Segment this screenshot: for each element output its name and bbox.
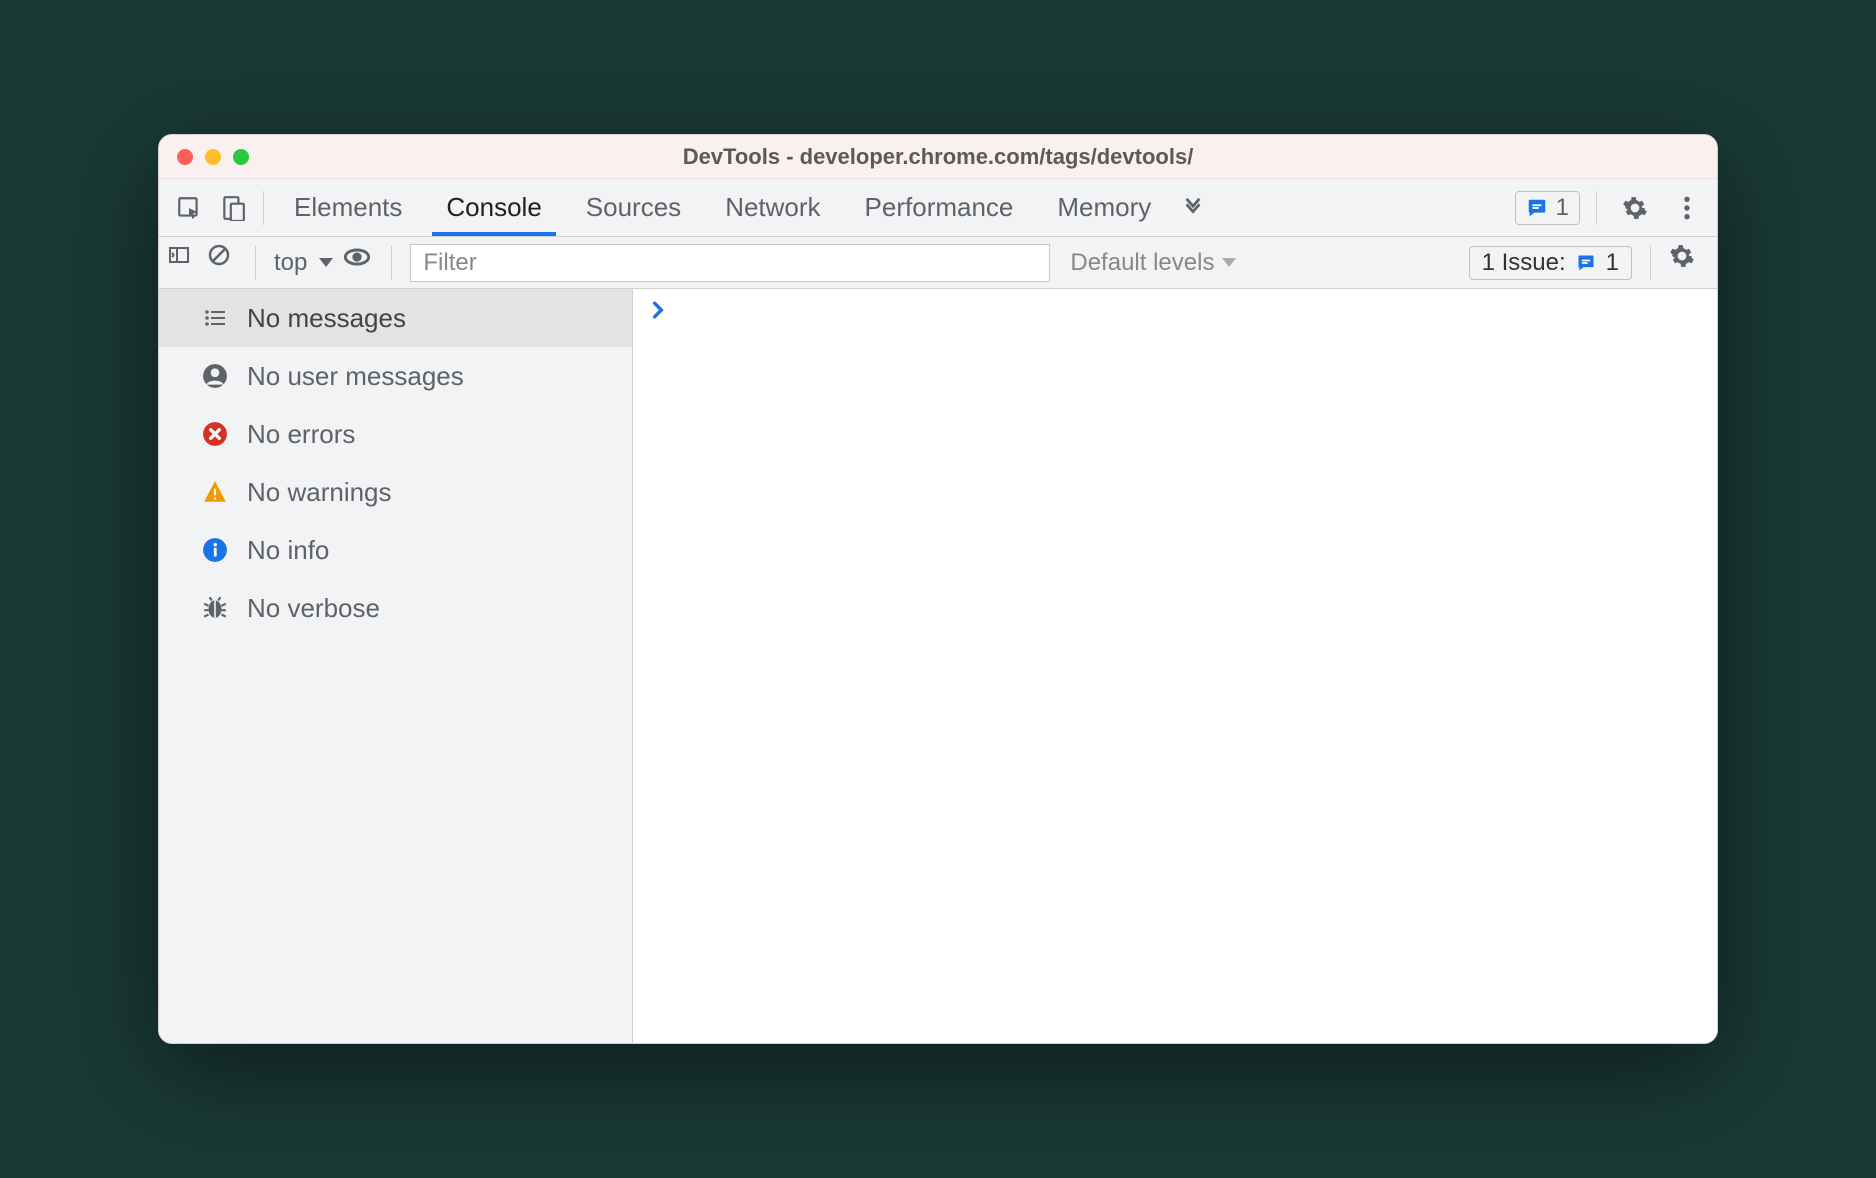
tab-network[interactable]: Network	[703, 179, 842, 236]
issues-chip[interactable]: 1	[1515, 191, 1580, 225]
issues-label: 1 Issue:	[1482, 249, 1566, 277]
separator	[255, 246, 256, 280]
minimize-window-button[interactable]	[205, 149, 221, 165]
sidebar-item-label: No messages	[247, 303, 406, 334]
log-levels-selector[interactable]: Default levels	[1060, 249, 1246, 277]
tab-sources[interactable]: Sources	[564, 179, 703, 236]
window-title: DevTools - developer.chrome.com/tags/dev…	[159, 144, 1717, 170]
console-settings-icon[interactable]	[1669, 243, 1709, 283]
sidebar-item-label: No verbose	[247, 593, 380, 624]
sidebar-item-verbose[interactable]: No verbose	[159, 579, 632, 637]
tab-bar: Elements Console Sources Network Perform…	[159, 179, 1717, 237]
devtools-window: DevTools - developer.chrome.com/tags/dev…	[158, 134, 1718, 1044]
clear-console-icon[interactable]	[207, 243, 247, 283]
sidebar-item-warnings[interactable]: No warnings	[159, 463, 632, 521]
list-icon	[201, 304, 229, 332]
bug-icon	[201, 594, 229, 622]
maximize-window-button[interactable]	[233, 149, 249, 165]
tabs: Elements Console Sources Network Perform…	[272, 179, 1213, 236]
issues-chip-count: 1	[1556, 194, 1569, 222]
more-menu-icon[interactable]	[1665, 186, 1709, 230]
log-levels-label: Default levels	[1070, 249, 1214, 277]
tab-performance[interactable]: Performance	[843, 179, 1036, 236]
device-toggle-icon[interactable]	[211, 186, 255, 230]
tab-label: Sources	[586, 192, 681, 223]
chevron-down-icon	[319, 258, 333, 267]
error-icon	[201, 420, 229, 448]
close-window-button[interactable]	[177, 149, 193, 165]
sidebar-item-label: No errors	[247, 419, 355, 450]
chevron-down-icon	[1222, 258, 1236, 267]
tab-label: Performance	[865, 192, 1014, 223]
sidebar-item-label: No info	[247, 535, 329, 566]
sidebar-item-user-messages[interactable]: No user messages	[159, 347, 632, 405]
inspect-element-icon[interactable]	[167, 186, 211, 230]
console-output[interactable]	[633, 289, 1717, 1043]
tab-memory[interactable]: Memory	[1035, 179, 1173, 236]
live-expression-icon[interactable]	[343, 243, 383, 283]
separator	[263, 191, 264, 225]
console-sidebar: No messages No user messages No errors N…	[159, 289, 633, 1043]
tab-label: Network	[725, 192, 820, 223]
user-icon	[201, 362, 229, 390]
more-tabs-button[interactable]	[1173, 179, 1213, 236]
console-prompt-icon	[651, 301, 1699, 319]
sidebar-item-errors[interactable]: No errors	[159, 405, 632, 463]
tab-elements[interactable]: Elements	[272, 179, 424, 236]
separator	[1650, 246, 1651, 280]
chat-icon	[1576, 253, 1596, 273]
tab-label: Elements	[294, 192, 402, 223]
issues-counter[interactable]: 1 Issue: 1	[1469, 246, 1632, 280]
sidebar-item-label: No user messages	[247, 361, 464, 392]
sidebar-toggle-icon[interactable]	[167, 243, 207, 283]
titlebar: DevTools - developer.chrome.com/tags/dev…	[159, 135, 1717, 179]
issues-count: 1	[1606, 249, 1619, 277]
separator	[391, 246, 392, 280]
warning-icon	[201, 478, 229, 506]
settings-icon[interactable]	[1613, 186, 1657, 230]
filter-input[interactable]	[410, 244, 1050, 282]
sidebar-item-messages[interactable]: No messages	[159, 289, 632, 347]
sidebar-item-label: No warnings	[247, 477, 392, 508]
context-label: top	[274, 249, 307, 277]
separator	[1596, 191, 1597, 225]
tab-console[interactable]: Console	[424, 179, 563, 236]
console-toolbar: top Default levels 1 Issue: 1	[159, 237, 1717, 289]
info-icon	[201, 536, 229, 564]
window-controls	[159, 149, 249, 165]
tab-label: Memory	[1057, 192, 1151, 223]
chat-icon	[1526, 197, 1548, 219]
context-selector[interactable]: top	[264, 249, 343, 277]
main-area: No messages No user messages No errors N…	[159, 289, 1717, 1043]
tab-label: Console	[446, 192, 541, 223]
sidebar-item-info[interactable]: No info	[159, 521, 632, 579]
